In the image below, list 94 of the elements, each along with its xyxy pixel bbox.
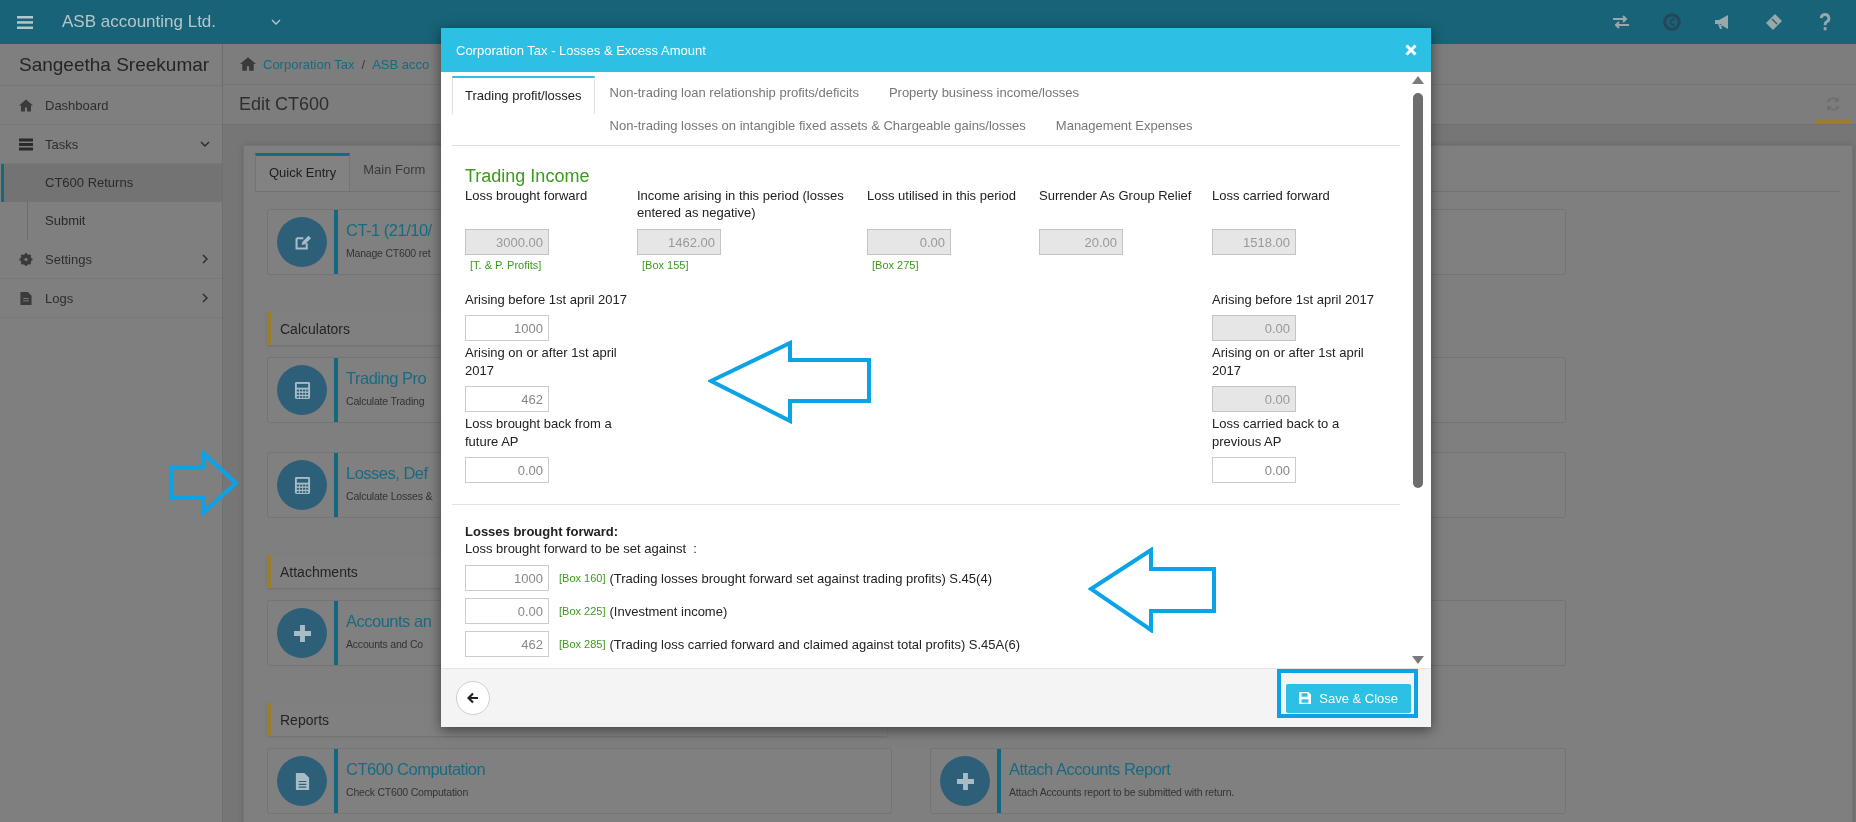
field-label: Arising before 1st april 2017	[1212, 291, 1375, 309]
close-icon[interactable]	[1405, 44, 1417, 56]
card-title: Accounts an	[346, 611, 432, 632]
chevron-down-icon[interactable]	[271, 19, 282, 25]
input-field[interactable]: 0.00	[465, 598, 549, 624]
card-title: CT-1 (21/10/	[346, 220, 432, 241]
breadcrumb-separator: /	[361, 56, 366, 72]
row-description: (Trading losses brought forward set against trading profits) S.45(4)	[609, 570, 992, 586]
card-description: Calculate Losses &	[346, 490, 433, 502]
row-description: (Trading loss carried forward and claimed against total profits) S.45A(6)	[609, 636, 1021, 652]
input-field[interactable]: 0.00	[1212, 386, 1296, 412]
section-title: Calculators	[280, 320, 351, 337]
back-button[interactable]	[456, 681, 490, 715]
sidebar-item[interactable]: Logs	[0, 279, 222, 318]
menu-icon[interactable]	[17, 15, 33, 29]
section-title: Reports	[280, 711, 330, 728]
box-reference: [Box 155]	[642, 258, 689, 272]
card-title: Trading Pro	[346, 368, 427, 389]
box-reference: [Box 160]	[559, 572, 606, 584]
task-card[interactable]: CT600 Computation Check CT600 Computation	[267, 748, 892, 814]
card-title: Attach Accounts Report	[1009, 759, 1172, 780]
input-field[interactable]: 3000.00	[465, 229, 549, 255]
field-label: Arising on or after 1st april 2017	[1212, 344, 1365, 380]
tab[interactable]: Non-trading loan relationship profits/deficits	[594, 76, 874, 109]
card-description: Accounts and Co	[346, 638, 424, 650]
input-field[interactable]: 1000	[465, 565, 549, 591]
input-field[interactable]: 0.00	[867, 229, 951, 255]
gear-icon	[19, 252, 33, 266]
field-label: Arising before 1st april 2017	[465, 291, 628, 309]
sidebar-subitem[interactable]: Submit	[1, 202, 222, 240]
box-reference: [T. & P. Profits]	[470, 258, 542, 272]
box-reference: [Box 275]	[872, 258, 919, 272]
swap-arrows-icon[interactable]	[1612, 13, 1630, 31]
input-field[interactable]: 20.00	[1039, 229, 1123, 255]
sidebar-subitem[interactable]: CT600 Returns	[1, 164, 222, 202]
c-logo-icon[interactable]	[1663, 13, 1681, 31]
section-title: Attachments	[280, 563, 358, 580]
tab[interactable]: Main Form	[350, 153, 439, 191]
field-label: Loss carried forward	[1212, 187, 1331, 205]
tab[interactable]: Property business income/losses	[873, 76, 1094, 109]
file-icon	[19, 291, 33, 305]
document-icon	[293, 772, 311, 790]
input-field[interactable]: 1518.00	[1212, 229, 1296, 255]
field-label: Loss carried back to a previous AP	[1212, 415, 1341, 451]
card-description: Calculate Trading	[346, 395, 426, 407]
card-description: Check CT600 Computation	[346, 786, 470, 798]
scrollbar[interactable]	[1411, 76, 1425, 664]
section-title: Trading Income	[465, 165, 591, 187]
field-label: Income arising in this period (losses entered as negative)	[637, 187, 845, 221]
tab[interactable]: Non-trading losses on intangible fixed assets & Chargeable gains/losses	[594, 109, 1041, 142]
home-icon	[19, 98, 33, 112]
ticket-icon[interactable]	[1765, 13, 1783, 31]
calculator-icon	[293, 476, 311, 494]
page-title: Edit CT600	[239, 94, 330, 115]
input-field[interactable]: 0.00	[465, 457, 549, 483]
input-field[interactable]: 1462.00	[637, 229, 721, 255]
input-field[interactable]: 462	[465, 631, 549, 657]
card-description: Manage CT600 ret	[346, 247, 432, 259]
arrow-annotation	[168, 450, 240, 516]
input-field[interactable]: 0.00	[1212, 315, 1296, 341]
task-card[interactable]: Attach Accounts Report Attach Accounts report to be submitted with return.	[930, 748, 1566, 814]
calculator-icon	[293, 381, 311, 399]
save-close-button[interactable]: Save & Close	[1286, 683, 1411, 713]
tasks-icon	[19, 137, 33, 151]
card-title: Losses, Def	[346, 463, 429, 484]
input-field[interactable]: 0.00	[1212, 457, 1296, 483]
field-label: Arising on or after 1st april 2017	[465, 344, 618, 380]
arrow-left-icon	[467, 692, 479, 704]
home-icon[interactable]	[240, 57, 256, 71]
field-label: Loss brought forward	[465, 187, 589, 205]
scroll-down-icon[interactable]	[1412, 656, 1424, 664]
company-name[interactable]: ASB accounting Ltd.	[62, 12, 217, 32]
edit-icon	[293, 233, 311, 251]
field-label: Loss utilised in this period	[867, 187, 1017, 205]
sidebar-item[interactable]: Settings	[0, 240, 222, 279]
section-heading: Losses brought forward:	[465, 523, 620, 540]
card-title: CT600 Computation	[346, 759, 486, 780]
user-name: Sangeetha Sreekumar	[0, 44, 222, 86]
field-label: Surrender As Group Relief	[1039, 187, 1193, 205]
box-reference: [Box 285]	[559, 638, 606, 650]
field-label: Loss brought back from a future AP	[465, 415, 613, 451]
input-field[interactable]: 462	[465, 386, 549, 412]
tab[interactable]: Trading profit/losses	[452, 76, 595, 114]
section-subtitle: Loss brought forward to be set against :	[465, 540, 698, 558]
card-description: Attach Accounts report to be submitted with return.	[1009, 786, 1234, 798]
tab[interactable]: Quick Entry	[255, 153, 351, 191]
tab[interactable]: Management Expenses	[1040, 109, 1208, 142]
plus-icon	[293, 624, 311, 642]
plus-icon	[956, 772, 974, 790]
row-description: (Investment income)	[609, 603, 728, 619]
box-reference: [Box 225]	[559, 605, 606, 617]
dialog-title: Corporation Tax - Losses & Excess Amount	[456, 42, 706, 58]
sidebar-item[interactable]: Dashboard	[0, 86, 222, 125]
input-field[interactable]: 1000	[465, 315, 549, 341]
